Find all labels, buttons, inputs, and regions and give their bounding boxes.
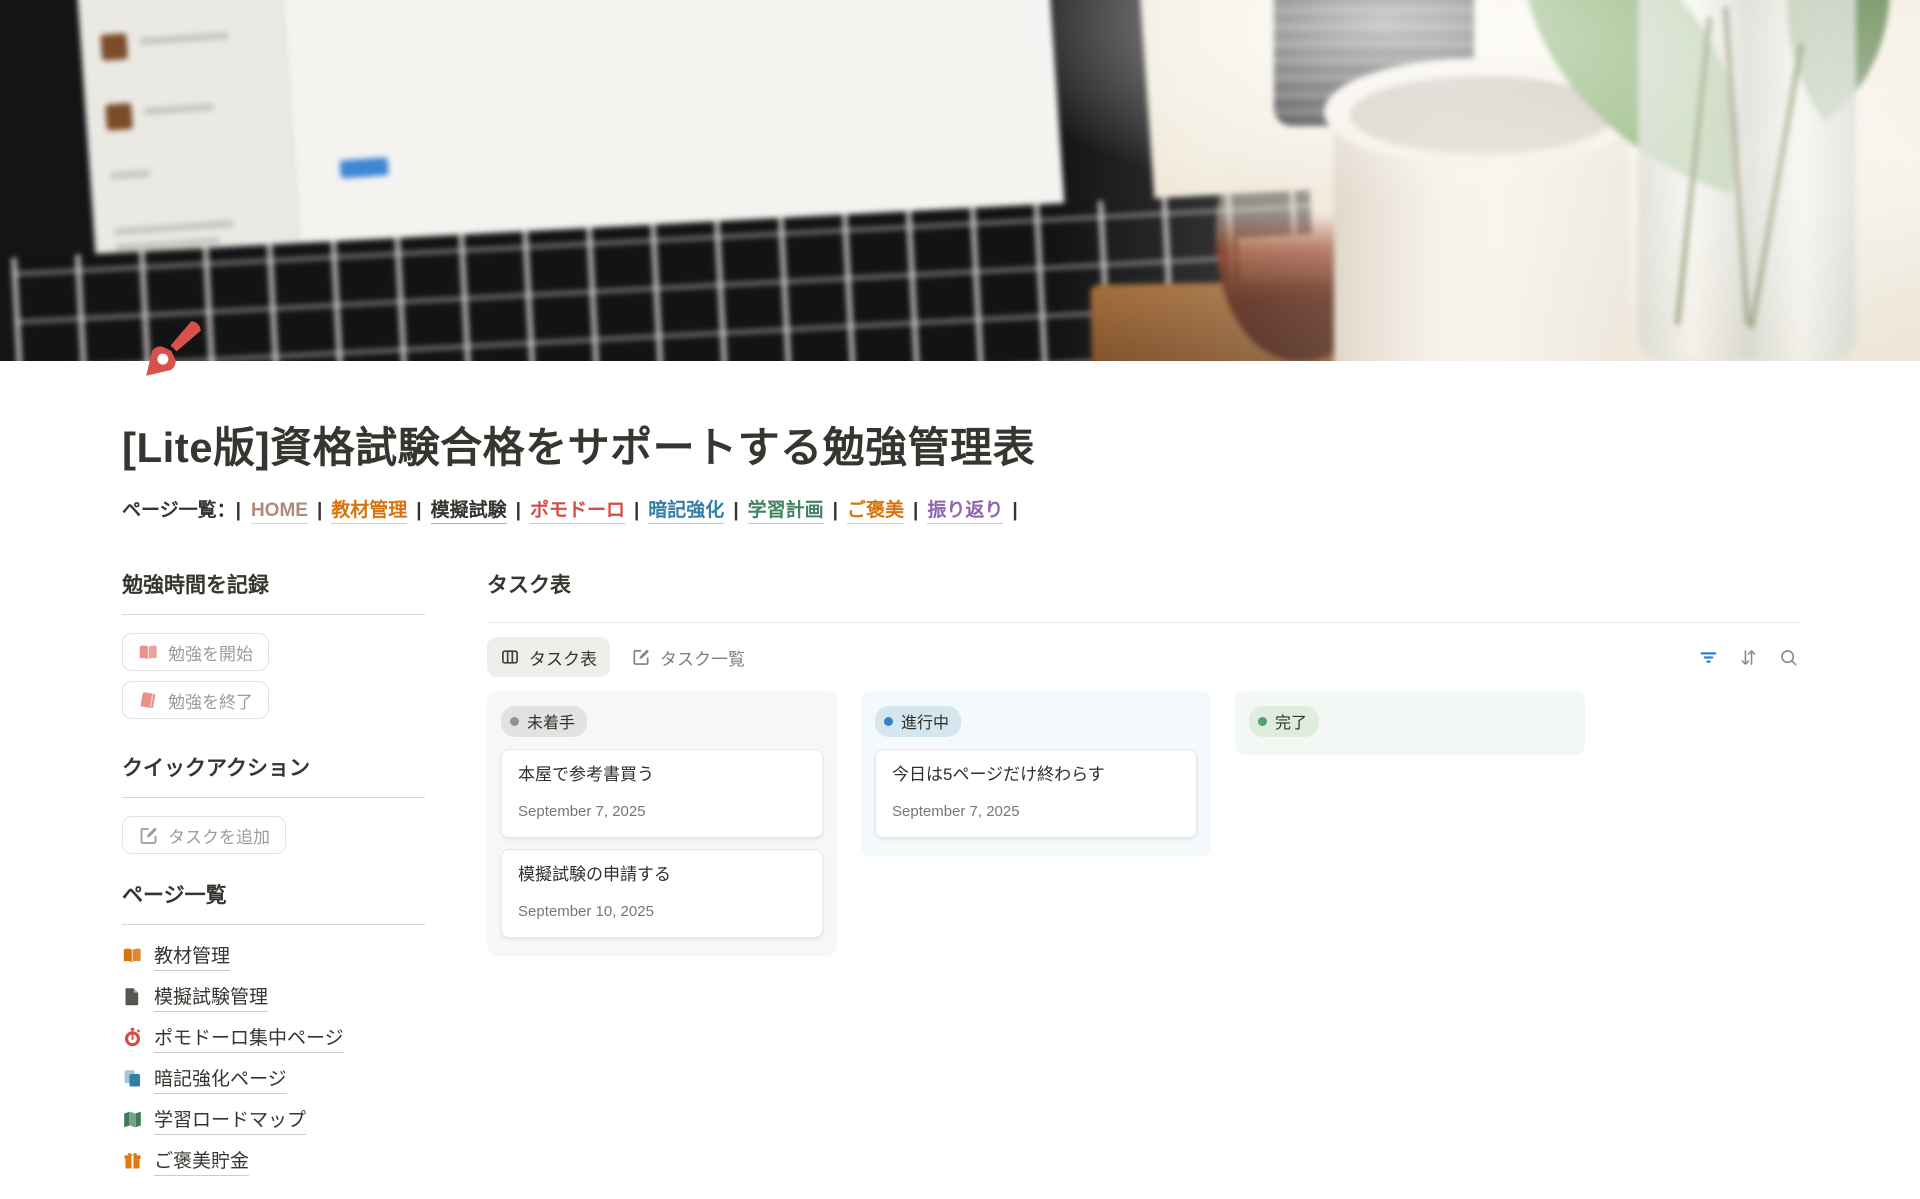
divider (122, 924, 425, 925)
task-board-heading: タスク表 (487, 572, 1799, 600)
left-column: 勉強時間を記録 勉強を開始 (122, 572, 425, 1181)
nav-link-reflection[interactable]: 振り返り (927, 500, 1003, 524)
status-chip-not-started[interactable]: 未着手 (501, 706, 587, 737)
task-due-date: September 7, 2025 (892, 802, 1180, 822)
open-book-icon (122, 945, 143, 966)
nav-link-mock-exam[interactable]: 模擬試験 (431, 500, 507, 524)
view-tab-list[interactable]: タスク一覧 (618, 637, 758, 677)
nav-link-memorization[interactable]: 暗記強化 (648, 500, 724, 524)
status-chip-in-progress[interactable]: 進行中 (875, 706, 961, 737)
flashcards-icon (122, 1068, 143, 1089)
compose-icon (631, 647, 651, 667)
add-task-button[interactable]: タスクを追加 (122, 816, 286, 854)
filter-icon[interactable] (1698, 647, 1719, 668)
cover-photo (0, 0, 1920, 361)
closed-book-icon (138, 690, 159, 711)
view-tab-list-label: タスク一覧 (660, 645, 745, 670)
nav-prefix: ページ一覧：| (122, 500, 241, 521)
nav-link-study-plan[interactable]: 学習計画 (748, 500, 824, 524)
divider (122, 797, 425, 798)
page-list-section: ページ一覧 教材管理 (122, 882, 425, 1181)
page-link-memorization[interactable]: 暗記強化ページ (122, 1058, 425, 1099)
page-link-roadmap[interactable]: 学習ロードマップ (122, 1099, 425, 1140)
page-list: 教材管理 模擬試験管理 (122, 935, 425, 1181)
task-due-date: September 10, 2025 (518, 902, 806, 922)
kanban-column-in-progress: 進行中 今日は5ページだけ終わらす September 7, 2025 (861, 691, 1211, 856)
kanban-board: 未着手 本屋で参考書買う September 7, 2025 模擬試験の申請する… (487, 691, 1799, 956)
nav-link-materials[interactable]: 教材管理 (331, 500, 407, 524)
end-study-label: 勉強を終了 (168, 688, 253, 713)
sort-icon[interactable] (1738, 647, 1759, 668)
status-dot (884, 717, 893, 726)
view-tab-board-label: タスク表 (529, 645, 597, 670)
end-study-button[interactable]: 勉強を終了 (122, 681, 269, 719)
compose-icon (138, 825, 159, 846)
map-icon (122, 1109, 143, 1130)
page-link-materials[interactable]: 教材管理 (122, 935, 425, 976)
start-study-label: 勉強を開始 (168, 640, 253, 665)
view-tab-board[interactable]: タスク表 (487, 637, 610, 677)
quick-actions-section: クイックアクション タスクを追加 (122, 755, 425, 854)
task-card[interactable]: 本屋で参考書買う September 7, 2025 (501, 749, 823, 838)
page-links-nav: ページ一覧：|HOME|教材管理|模擬試験|ポモドーロ|暗記強化|学習計画|ご褒… (122, 495, 1799, 522)
page-link-mock-exam[interactable]: 模擬試験管理 (122, 976, 425, 1017)
main-column: タスク表 タスク表 (487, 572, 1799, 1181)
task-card[interactable]: 今日は5ページだけ終わらす September 7, 2025 (875, 749, 1197, 838)
divider (487, 622, 1799, 623)
gift-icon (122, 1150, 143, 1171)
page-title: [Lite版]資格試験合格をサポートする勉強管理表 (122, 423, 1799, 473)
study-time-section: 勉強時間を記録 勉強を開始 (122, 572, 425, 719)
page-icon-pen-nib[interactable] (128, 310, 212, 394)
divider (122, 614, 425, 615)
task-card[interactable]: 模擬試験の申請する September 10, 2025 (501, 849, 823, 938)
document-icon (122, 986, 143, 1007)
nav-link-pomodoro[interactable]: ポモドーロ (530, 500, 625, 524)
status-dot (1258, 717, 1267, 726)
page-content: [Lite版]資格試験合格をサポートする勉強管理表 ページ一覧：|HOME|教材… (0, 423, 1920, 1181)
board-toolbar (1698, 647, 1799, 668)
kanban-column-not-started: 未着手 本屋で参考書買う September 7, 2025 模擬試験の申請する… (487, 691, 837, 956)
nav-link-reward[interactable]: ご褒美 (847, 500, 904, 524)
stopwatch-icon (122, 1027, 143, 1048)
page-list-heading: ページ一覧 (122, 882, 425, 910)
notion-page: [Lite版]資格試験合格をサポートする勉強管理表 ページ一覧：|HOME|教材… (0, 0, 1920, 1199)
page-link-reward-savings[interactable]: ご褒美貯金 (122, 1140, 425, 1181)
add-task-label: タスクを追加 (168, 823, 270, 848)
search-icon[interactable] (1778, 647, 1799, 668)
board-view-icon (500, 647, 520, 667)
page-link-pomodoro[interactable]: ポモドーロ集中ページ (122, 1017, 425, 1058)
study-time-heading: 勉強時間を記録 (122, 572, 425, 600)
open-book-icon (138, 642, 159, 663)
status-dot (510, 717, 519, 726)
task-due-date: September 7, 2025 (518, 802, 806, 822)
status-chip-done[interactable]: 完了 (1249, 706, 1319, 737)
nav-link-home[interactable]: HOME (251, 500, 308, 524)
quick-actions-heading: クイックアクション (122, 755, 425, 783)
view-bar: タスク表 タスク一覧 (487, 636, 1799, 678)
kanban-column-done: 完了 (1235, 691, 1585, 755)
start-study-button[interactable]: 勉強を開始 (122, 633, 269, 671)
